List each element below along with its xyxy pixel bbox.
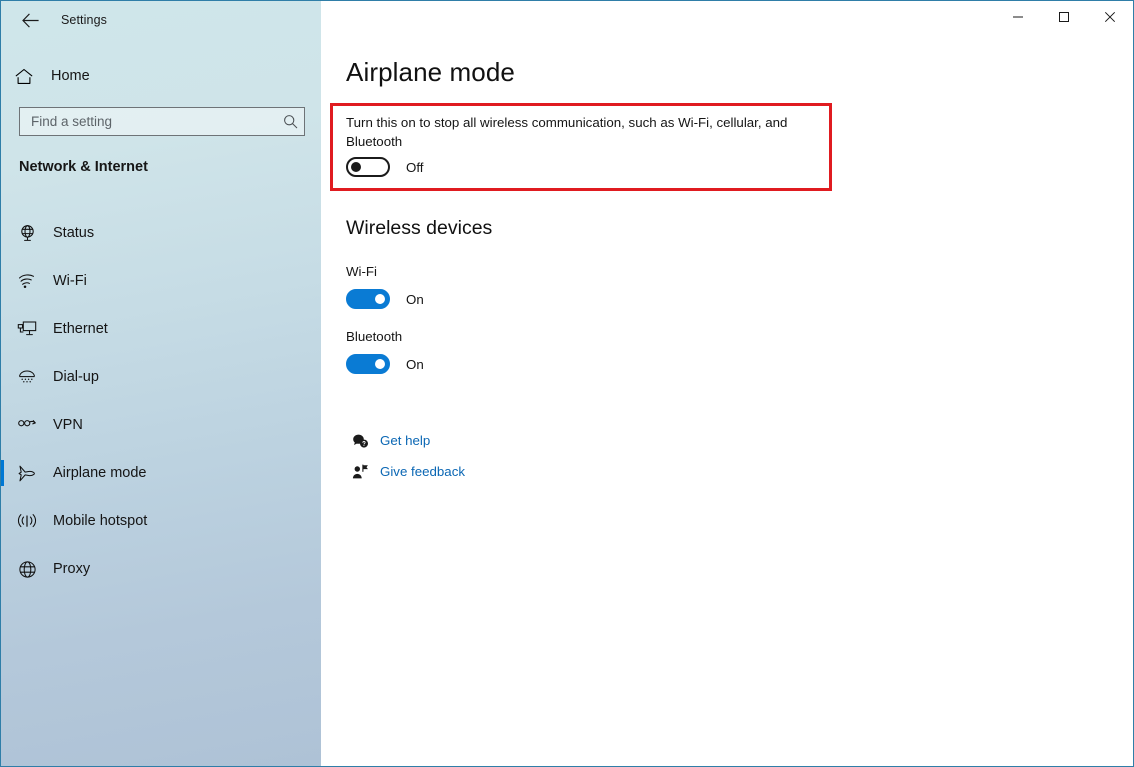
wifi-toggle-row: On <box>346 289 424 309</box>
bluetooth-toggle-state: On <box>406 356 424 372</box>
dialup-icon <box>1 368 53 386</box>
window-title: Settings <box>61 13 107 27</box>
sidebar-item-vpn[interactable]: VPN <box>1 401 321 449</box>
sidebar-item-ethernet[interactable]: Ethernet <box>1 305 321 353</box>
sidebar-item-proxy[interactable]: Proxy <box>1 545 321 593</box>
selection-indicator <box>1 556 4 582</box>
back-button[interactable] <box>7 4 53 36</box>
airplane-mode-description: Turn this on to stop all wireless commun… <box>346 115 788 149</box>
sidebar-item-status[interactable]: Status <box>1 209 321 257</box>
wifi-toggle[interactable] <box>346 289 390 309</box>
sidebar-category-heading: Network & Internet <box>19 159 148 175</box>
main-content: Airplane mode Turn this on to stop all w… <box>321 1 1133 766</box>
bluetooth-toggle[interactable] <box>346 354 390 374</box>
proxy-globe-icon <box>1 560 53 579</box>
sidebar-item-dialup-label: Dial-up <box>53 369 99 385</box>
help-bubble-icon <box>346 433 374 449</box>
wifi-toggle-state: On <box>406 291 424 307</box>
sidebar-item-wifi-label: Wi-Fi <box>53 273 87 289</box>
sidebar-item-mobile-hotspot-label: Mobile hotspot <box>53 513 148 529</box>
sidebar: Settings Home Network & Internet <box>1 1 321 766</box>
airplane-icon <box>1 464 53 483</box>
toggle-knob <box>375 359 385 369</box>
sidebar-item-vpn-label: VPN <box>53 417 83 433</box>
sidebar-item-mobile-hotspot[interactable]: Mobile hotspot <box>1 497 321 545</box>
titlebar-left: Settings <box>1 1 321 39</box>
settings-window: Settings Home Network & Internet <box>0 0 1134 767</box>
selection-indicator <box>1 220 4 246</box>
vpn-icon <box>1 417 53 433</box>
window-controls <box>995 1 1133 33</box>
sidebar-item-airplane-mode[interactable]: Airplane mode <box>1 449 321 497</box>
sidebar-item-ethernet-label: Ethernet <box>53 321 108 337</box>
sidebar-item-proxy-label: Proxy <box>53 561 91 577</box>
search-input[interactable] <box>20 114 276 129</box>
home-icon <box>1 68 47 85</box>
minimize-button[interactable] <box>995 1 1041 33</box>
bluetooth-device-label: Bluetooth <box>346 329 403 344</box>
get-help-link-label: Get help <box>380 433 431 448</box>
selection-indicator <box>1 412 4 438</box>
give-feedback-link[interactable]: Give feedback <box>346 456 465 487</box>
sidebar-item-airplane-mode-label: Airplane mode <box>53 465 147 481</box>
close-button[interactable] <box>1087 1 1133 33</box>
wifi-icon <box>1 273 53 290</box>
sidebar-item-home[interactable]: Home <box>1 61 301 91</box>
help-links: Get help Give feedback <box>346 425 465 487</box>
maximize-button[interactable] <box>1041 1 1087 33</box>
get-help-link[interactable]: Get help <box>346 425 465 456</box>
sidebar-item-dialup[interactable]: Dial-up <box>1 353 321 401</box>
feedback-person-icon <box>346 463 374 480</box>
page-title: Airplane mode <box>346 57 515 87</box>
selection-indicator <box>1 364 4 390</box>
airplane-mode-toggle-state: Off <box>406 159 424 175</box>
sidebar-nav-list: Status Wi-Fi Ethernet Dial-up VPN Airpla… <box>1 209 321 593</box>
airplane-mode-toggle[interactable] <box>346 157 390 177</box>
sidebar-item-home-label: Home <box>51 68 90 84</box>
bluetooth-toggle-row: On <box>346 354 424 374</box>
sidebar-item-wifi[interactable]: Wi-Fi <box>1 257 321 305</box>
selection-indicator <box>1 316 4 342</box>
airplane-mode-toggle-row: Off <box>346 157 424 177</box>
sidebar-item-status-label: Status <box>53 225 95 241</box>
wifi-device-label: Wi-Fi <box>346 264 378 279</box>
search-box[interactable] <box>19 107 305 136</box>
toggle-knob <box>351 162 361 172</box>
give-feedback-link-label: Give feedback <box>380 464 466 479</box>
wireless-devices-heading: Wireless devices <box>346 217 493 239</box>
search-icon <box>276 114 304 129</box>
selection-indicator <box>1 460 4 486</box>
selection-indicator <box>1 508 4 534</box>
hotspot-icon <box>1 512 53 530</box>
toggle-knob <box>375 294 385 304</box>
ethernet-icon <box>1 320 53 338</box>
globe-monitor-icon <box>1 224 53 243</box>
selection-indicator <box>1 268 4 294</box>
